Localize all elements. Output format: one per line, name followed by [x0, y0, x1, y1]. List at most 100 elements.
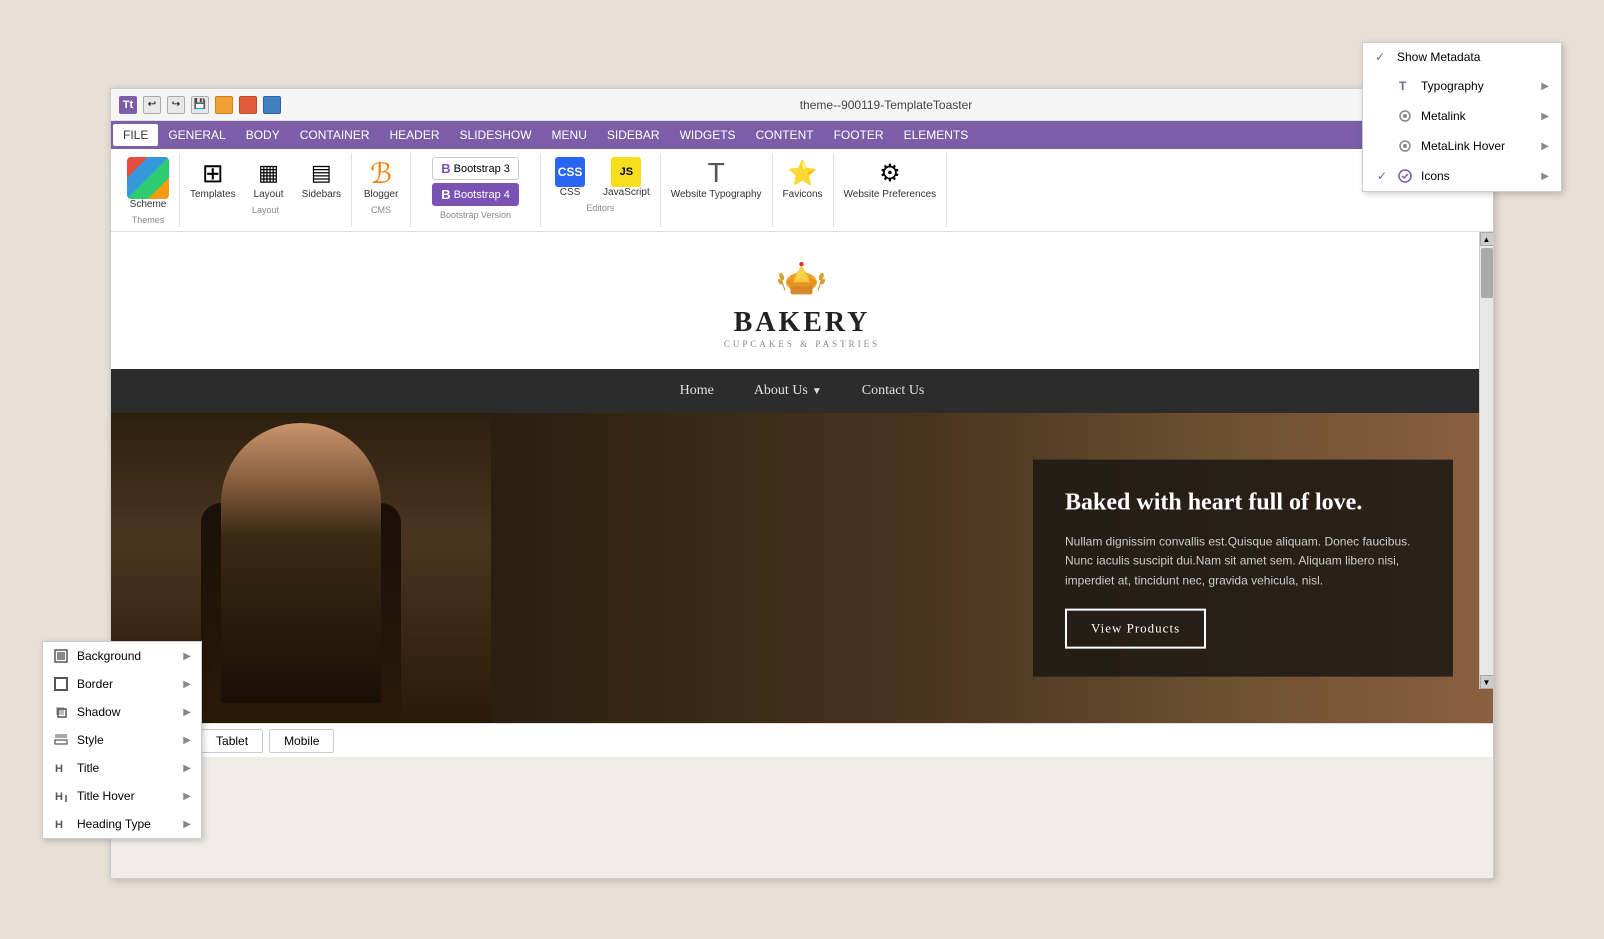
javascript-button[interactable]: JS JavaScript [597, 155, 656, 201]
dd-icons-label: Icons [1421, 169, 1450, 183]
scheme-button[interactable]: Scheme [121, 155, 175, 213]
menu-menu[interactable]: MENU [542, 124, 597, 146]
layout-button[interactable]: ▦ Layout [244, 155, 294, 203]
website-typography-button[interactable]: T Website Typography [665, 155, 768, 203]
scheme-label: Scheme [130, 199, 167, 211]
menu-file[interactable]: FILE [113, 124, 158, 146]
ctx-title[interactable]: H Title ▶ [43, 754, 201, 782]
sidebars-icon: ▤ [305, 157, 337, 189]
ctx-border[interactable]: Border ▶ [43, 670, 201, 698]
blogger-label: Blogger [364, 189, 398, 201]
dd-metalink[interactable]: ✓ Metalink ▶ [1363, 101, 1561, 131]
background-icon [53, 648, 69, 664]
templates-label: Templates [190, 189, 236, 201]
ctx-background[interactable]: Background ▶ [43, 642, 201, 670]
css-button[interactable]: CSS CSS [545, 155, 595, 201]
typography-check: ✓ [1375, 79, 1389, 93]
dd-show-metadata[interactable]: ✓ Show Metadata [1363, 43, 1561, 71]
svg-text:H: H [55, 819, 63, 831]
menu-widgets[interactable]: WIDGETS [670, 124, 746, 146]
menu-content[interactable]: CONTENT [746, 124, 824, 146]
ctx-heading-type[interactable]: H Heading Type ▶ [43, 810, 201, 838]
info-btn[interactable] [263, 96, 281, 114]
undo-btn[interactable]: ↩ [143, 96, 161, 114]
menu-container[interactable]: CONTAINER [290, 124, 380, 146]
settings-btn[interactable] [215, 96, 233, 114]
menu-footer[interactable]: FOOTER [824, 124, 894, 146]
css-icon: CSS [555, 157, 585, 187]
window-title: theme--900119-TemplateToaster [287, 98, 1485, 112]
ctx-border-label: Border [77, 677, 113, 691]
save-btn[interactable]: 💾 [191, 96, 209, 114]
menu-header[interactable]: HEADER [380, 124, 450, 146]
svg-text:T: T [1399, 79, 1407, 93]
metalink-check: ✓ [1375, 109, 1389, 123]
blogger-button[interactable]: ℬ Blogger [356, 155, 406, 203]
bottom-bar: Desktop Tablet Mobile [111, 723, 1493, 757]
menu-slideshow[interactable]: SLIDESHOW [450, 124, 542, 146]
ctx-style-arrow: ▶ [183, 735, 191, 746]
scroll-thumb[interactable] [1481, 248, 1493, 298]
tablet-button[interactable]: Tablet [201, 729, 263, 753]
context-menu-left: Background ▶ Border ▶ Shadow ▶ Style ▶ H… [42, 641, 202, 839]
menu-body[interactable]: BODY [236, 124, 290, 146]
ctx-shadow-label: Shadow [77, 705, 120, 719]
nav-bar: Home About Us ▼ Contact Us [111, 369, 1493, 413]
nav-about-label: About Us [754, 383, 808, 399]
menu-general[interactable]: GENERAL [158, 124, 235, 146]
ctx-style[interactable]: Style ▶ [43, 726, 201, 754]
sidebars-button[interactable]: ▤ Sidebars [296, 155, 347, 203]
bootstrap3-label: Bootstrap 3 [454, 163, 510, 175]
close-btn[interactable] [239, 96, 257, 114]
ctx-shadow[interactable]: Shadow ▶ [43, 698, 201, 726]
dd-typography-label: Typography [1421, 79, 1484, 93]
dd-icons[interactable]: ✓ Icons ▶ [1363, 161, 1561, 191]
editors-group: CSS CSS JS JavaScript Editors [541, 153, 661, 227]
sidebars-label: Sidebars [302, 189, 341, 201]
scroll-down-arrow[interactable]: ▼ [1480, 675, 1494, 689]
ctx-background-arrow: ▶ [183, 651, 191, 662]
ctx-title-label: Title [77, 761, 99, 775]
menu-sidebar[interactable]: SIDEBAR [597, 124, 670, 146]
nav-contact[interactable]: Contact Us [862, 383, 925, 399]
menu-elements[interactable]: ELEMENTS [894, 124, 979, 146]
svg-text:H: H [55, 763, 63, 775]
bootstrap3-button[interactable]: B Bootstrap 3 [432, 157, 519, 180]
ctx-border-arrow: ▶ [183, 679, 191, 690]
bakery-name: BAKERY [734, 307, 871, 339]
website-preferences-button[interactable]: ⚙ Website Preferences [838, 155, 943, 203]
icons-checkmark: ✓ [1375, 169, 1389, 183]
bootstrap-version-label: Bootstrap Version [440, 210, 511, 220]
redo-btn[interactable]: ↪ [167, 96, 185, 114]
ctx-title-arrow: ▶ [183, 763, 191, 774]
nav-about[interactable]: About Us ▼ [754, 383, 822, 399]
dd-show-metadata-label: Show Metadata [1397, 50, 1480, 64]
templates-button[interactable]: ⊞ Templates [184, 155, 242, 203]
nav-home[interactable]: Home [680, 383, 714, 399]
dd-metalink-hover[interactable]: ✓ MetaLink Hover ▶ [1363, 131, 1561, 161]
favicons-label: Favicons [783, 189, 823, 201]
bakery-logo: BAKERY CUPCAKES & PASTRIES [724, 252, 880, 349]
favicons-button[interactable]: ⭐ Favicons [777, 155, 829, 203]
ctx-title-hover[interactable]: H Title Hover ▶ [43, 782, 201, 810]
scrollbar[interactable]: ▲ ▼ [1479, 232, 1493, 689]
website-preferences-group: ⚙ Website Preferences [834, 153, 948, 227]
ctx-title-hover-arrow: ▶ [183, 791, 191, 802]
dd-metalink-hover-label: MetaLink Hover [1421, 139, 1505, 153]
shadow-icon [53, 704, 69, 720]
bootstrap4-button[interactable]: B Bootstrap 4 [432, 183, 519, 206]
layout-label: Layout [254, 189, 284, 201]
dd-metalink-hover-arrow: ▶ [1541, 141, 1549, 152]
mobile-button[interactable]: Mobile [269, 729, 334, 753]
scroll-up-arrow[interactable]: ▲ [1480, 232, 1494, 246]
blogger-icon: ℬ [365, 157, 397, 189]
website-typography-icon: T [700, 157, 732, 189]
view-products-button[interactable]: View Products [1065, 608, 1206, 648]
dd-typography[interactable]: ✓ T Typography ▶ [1363, 71, 1561, 101]
website-preview: BAKERY CUPCAKES & PASTRIES Home About Us… [111, 232, 1493, 723]
menu-bar: FILE GENERAL BODY CONTAINER HEADER SLIDE… [111, 121, 1493, 149]
themes-group-label: Themes [132, 215, 165, 225]
title-icon: H [53, 760, 69, 776]
nav-about-arrow: ▼ [812, 386, 822, 397]
dd-typography-arrow: ▶ [1541, 81, 1549, 92]
